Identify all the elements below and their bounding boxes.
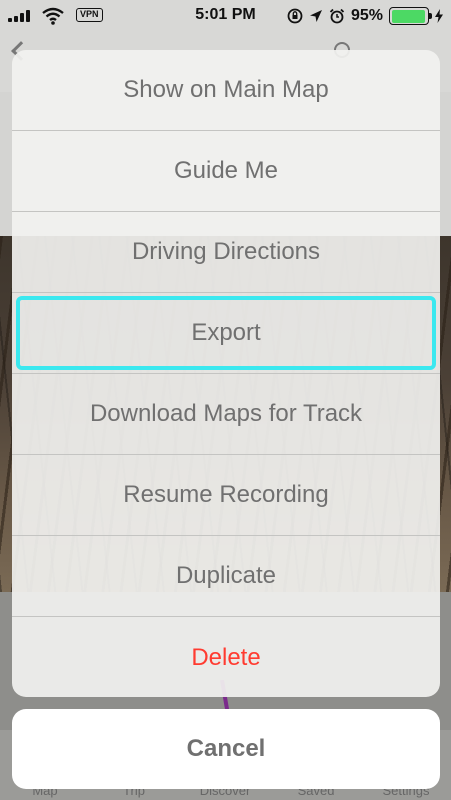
action-sheet: Show on Main Map Guide Me Driving Direct… xyxy=(12,50,440,697)
battery-fill xyxy=(391,9,425,23)
export-button[interactable]: Export xyxy=(12,293,440,374)
show-on-main-map-button[interactable]: Show on Main Map xyxy=(12,50,440,131)
status-bar: VPN 5:01 PM 95% xyxy=(0,0,451,32)
driving-directions-button[interactable]: Driving Directions xyxy=(12,212,440,293)
duplicate-button[interactable]: Duplicate xyxy=(12,536,440,617)
charging-bolt-icon xyxy=(435,9,443,23)
resume-recording-button[interactable]: Resume Recording xyxy=(12,455,440,536)
alarm-icon xyxy=(329,8,345,24)
battery-icon xyxy=(389,7,432,25)
orientation-lock-icon xyxy=(287,8,303,24)
status-right-group: 95% xyxy=(287,5,443,27)
delete-button[interactable]: Delete xyxy=(12,617,440,697)
guide-me-button[interactable]: Guide Me xyxy=(12,131,440,212)
cancel-button[interactable]: Cancel xyxy=(12,709,440,789)
download-maps-for-track-button[interactable]: Download Maps for Track xyxy=(12,374,440,455)
battery-percentage: 95% xyxy=(350,7,383,24)
location-arrow-icon xyxy=(309,10,322,22)
